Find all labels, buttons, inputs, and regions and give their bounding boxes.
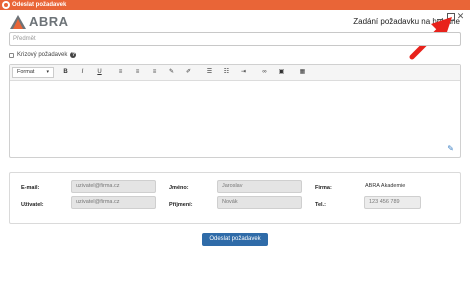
crisis-checkbox[interactable] bbox=[9, 52, 14, 58]
format-label: Format bbox=[17, 69, 35, 75]
link-icon[interactable]: ∞ bbox=[259, 67, 270, 78]
logo-mark-icon bbox=[10, 15, 26, 29]
bold-icon[interactable]: B bbox=[60, 67, 71, 78]
company-value: ABRA Akademie bbox=[365, 183, 406, 189]
company-label: Firma: bbox=[315, 185, 332, 191]
name-label: Jméno: bbox=[169, 185, 189, 191]
window-title: Odeslat požadavek bbox=[12, 2, 67, 8]
app-icon bbox=[2, 1, 10, 9]
indent-icon[interactable]: ⇥ bbox=[238, 67, 249, 78]
close-icon[interactable]: ✕ bbox=[456, 12, 465, 21]
surname-field: Novák bbox=[217, 196, 302, 209]
align-center-icon[interactable]: ≡ bbox=[132, 67, 143, 78]
email-label: E-mail: bbox=[21, 185, 40, 191]
numbered-list-icon[interactable]: ☷ bbox=[221, 67, 232, 78]
edit-icon[interactable]: ✎ bbox=[447, 144, 454, 153]
email-field: uzivatel@firma.cz bbox=[71, 180, 156, 193]
submit-button[interactable]: Odeslat požadavek bbox=[202, 233, 268, 246]
editor-toolbar: Format ▾ B I U ≡ ≡ ≡ ✎ ✐ ☰ ☷ ⇥ ∞ ▣ ▦ bbox=[10, 65, 460, 81]
user-field: uzivatel@firma.cz bbox=[71, 196, 156, 209]
format-dropdown[interactable]: Format ▾ bbox=[12, 67, 54, 78]
phone-label: Tel.: bbox=[315, 202, 326, 208]
abra-logo: ABRA bbox=[10, 15, 69, 29]
underline-icon[interactable]: U bbox=[94, 67, 105, 78]
help-icon[interactable]: ? bbox=[70, 52, 77, 58]
image-icon[interactable]: ▣ bbox=[276, 67, 287, 78]
phone-field: 123 456 789 bbox=[364, 196, 421, 209]
maximize-icon[interactable] bbox=[446, 12, 455, 21]
chevron-down-icon: ▾ bbox=[46, 69, 49, 75]
crisis-label: Krizový požadavek bbox=[17, 52, 68, 58]
surname-label: Příjmení: bbox=[169, 202, 193, 208]
bullet-list-icon[interactable]: ☰ bbox=[204, 67, 215, 78]
italic-icon[interactable]: I bbox=[77, 67, 88, 78]
align-right-icon[interactable]: ≡ bbox=[149, 67, 160, 78]
subject-input[interactable]: Předmět bbox=[9, 32, 461, 46]
minimize-icon[interactable] bbox=[436, 12, 445, 21]
paint-icon[interactable]: ✎ bbox=[166, 67, 177, 78]
logo-text: ABRA bbox=[29, 14, 69, 29]
name-field: Jaroslav bbox=[217, 180, 302, 193]
crisis-checkbox-row[interactable]: Krizový požadavek ? bbox=[9, 51, 77, 59]
user-label: Uživatel: bbox=[21, 202, 44, 208]
window-titlebar: Odeslat požadavek bbox=[0, 0, 470, 10]
brush-icon[interactable]: ✐ bbox=[183, 67, 194, 78]
user-info-panel: E-mail: uzivatel@firma.cz Uživatel: uziv… bbox=[9, 172, 461, 224]
rich-text-editor[interactable]: Format ▾ B I U ≡ ≡ ≡ ✎ ✐ ☰ ☷ ⇥ ∞ ▣ ▦ ✎ bbox=[9, 64, 461, 158]
align-left-icon[interactable]: ≡ bbox=[115, 67, 126, 78]
table-icon[interactable]: ▦ bbox=[297, 67, 308, 78]
